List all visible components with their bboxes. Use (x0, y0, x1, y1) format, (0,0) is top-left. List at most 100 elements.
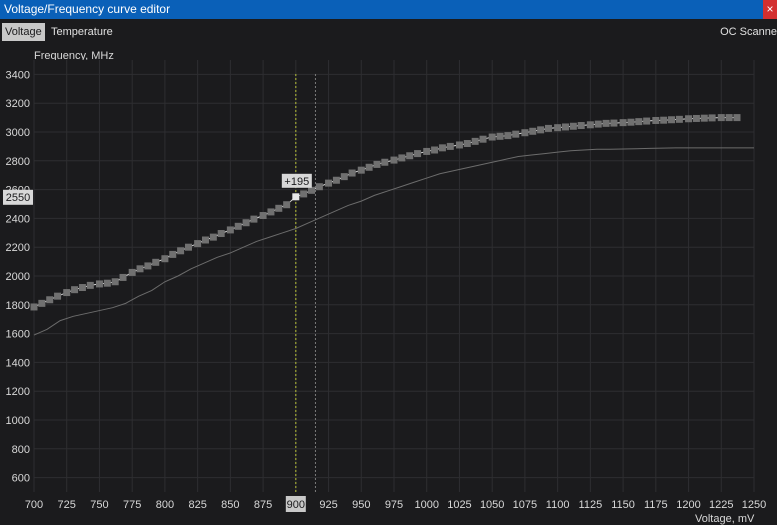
curve-point[interactable] (627, 118, 635, 126)
x-tick-label: 925 (319, 499, 337, 511)
curve-point[interactable] (283, 201, 291, 209)
curve-point[interactable] (537, 126, 545, 134)
curve-point[interactable] (95, 280, 103, 288)
curve-point[interactable] (103, 279, 111, 287)
curve-point[interactable] (267, 208, 275, 216)
curve-point[interactable] (250, 215, 258, 223)
curve-point[interactable] (111, 278, 119, 286)
curve-point[interactable] (554, 124, 562, 132)
curve-point[interactable] (635, 118, 643, 126)
curve-point[interactable] (652, 116, 660, 124)
curve-point[interactable] (438, 144, 446, 152)
curve-point[interactable] (725, 114, 733, 122)
curve-point[interactable] (357, 166, 365, 174)
curve-point[interactable] (398, 154, 406, 162)
y-tick-label: 3200 (6, 98, 30, 110)
curve-point[interactable] (685, 115, 693, 123)
curve-point[interactable] (479, 135, 487, 143)
curve-point[interactable] (300, 190, 308, 198)
y-tick-label: 2400 (6, 213, 30, 225)
curve-point[interactable] (504, 132, 512, 140)
curve-point[interactable] (602, 119, 610, 127)
x-tick-label: 1200 (676, 499, 700, 511)
curve-point[interactable] (275, 204, 283, 212)
curve-point[interactable] (242, 219, 250, 227)
curve-point[interactable] (390, 156, 398, 164)
curve-point[interactable] (332, 176, 340, 184)
curve-point[interactable] (463, 140, 471, 148)
curve-point[interactable] (340, 173, 348, 181)
curve-point[interactable] (544, 124, 552, 132)
curve-point[interactable] (46, 296, 54, 304)
curve-point[interactable] (161, 255, 169, 263)
x-tick-label: 975 (385, 499, 403, 511)
curve-point[interactable] (512, 130, 520, 138)
curve-point[interactable] (692, 114, 700, 122)
curve-point[interactable] (569, 122, 577, 130)
y-tick-label: 1200 (6, 386, 30, 398)
curve-point[interactable] (325, 179, 333, 187)
curve-point[interactable] (63, 289, 71, 297)
x-tick-label: 900 (287, 499, 305, 511)
curve-point[interactable] (423, 147, 431, 155)
curve-point[interactable] (717, 114, 725, 122)
curve-point[interactable] (209, 233, 217, 241)
curve-point[interactable] (700, 114, 708, 122)
x-tick-label: 1175 (644, 499, 668, 511)
curve-point[interactable] (169, 250, 177, 258)
curve-point[interactable] (184, 243, 192, 251)
curve-point[interactable] (521, 129, 529, 137)
curve-point[interactable] (577, 122, 585, 130)
curve-point[interactable] (381, 158, 389, 166)
curve-point[interactable] (78, 284, 86, 292)
curve-point[interactable] (610, 119, 618, 127)
y-tick-label: 800 (12, 444, 30, 456)
curve-point[interactable] (38, 299, 46, 307)
curve-point[interactable] (217, 230, 225, 238)
curve-point[interactable] (455, 141, 463, 149)
curve-point[interactable] (365, 163, 373, 171)
curve-point[interactable] (471, 137, 479, 145)
y-tick-label: 2000 (6, 271, 30, 283)
curve-point[interactable] (488, 133, 496, 141)
curve-point[interactable] (675, 115, 683, 123)
curve-point[interactable] (308, 186, 316, 194)
curve-point[interactable] (594, 120, 602, 128)
curve-point[interactable] (373, 160, 381, 168)
curve-point[interactable] (315, 183, 323, 191)
curve-point[interactable] (586, 121, 594, 129)
curve-point[interactable] (708, 114, 716, 122)
curve-point[interactable] (348, 169, 356, 177)
curve-point[interactable] (226, 226, 234, 234)
curve-point[interactable] (643, 117, 651, 125)
curve-point[interactable] (30, 303, 38, 311)
vf-curve-chart[interactable]: 6008001000120014001600180020002200240026… (0, 0, 777, 523)
curve-point[interactable] (733, 114, 741, 122)
curve-point[interactable] (529, 127, 537, 135)
curve-point[interactable] (119, 273, 127, 281)
curve-point[interactable] (259, 212, 267, 220)
curve-point[interactable] (660, 116, 668, 124)
curve-point[interactable] (496, 132, 504, 140)
curve-point[interactable] (414, 150, 422, 158)
curve-point[interactable] (128, 268, 136, 276)
curve-point[interactable] (177, 247, 185, 255)
curve-point[interactable] (406, 152, 414, 160)
curve-point[interactable] (561, 123, 569, 131)
curve-point[interactable] (201, 236, 209, 244)
curve-point[interactable] (86, 281, 94, 289)
curve-point[interactable] (446, 142, 454, 150)
curve-point[interactable] (234, 222, 242, 230)
curve-point[interactable] (152, 258, 160, 266)
curve-point[interactable] (619, 119, 627, 127)
curve-point[interactable] (668, 116, 676, 124)
selected-curve-point[interactable] (292, 193, 300, 201)
curve-point[interactable] (71, 286, 79, 294)
curve-point[interactable] (136, 265, 144, 273)
x-tick-label: 1150 (611, 499, 635, 511)
curve-point[interactable] (431, 146, 439, 154)
curve-point[interactable] (54, 292, 62, 300)
curve-point[interactable] (194, 240, 202, 248)
curve-point[interactable] (144, 262, 152, 270)
y-tick-label: 3400 (6, 69, 30, 81)
